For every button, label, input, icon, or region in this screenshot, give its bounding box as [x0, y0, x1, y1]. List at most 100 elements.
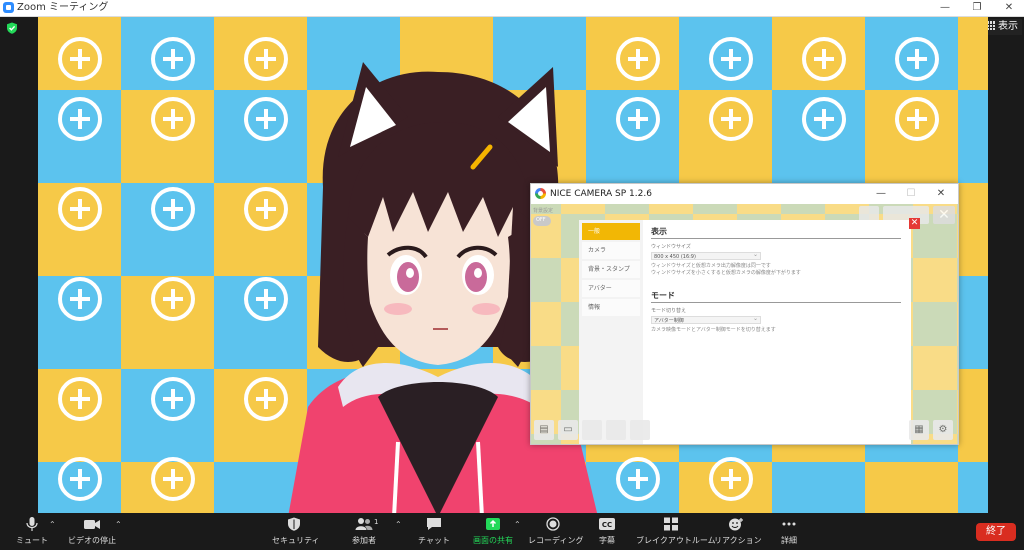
reactions-label: リアクション	[714, 536, 762, 545]
plus-circle-icon	[58, 377, 102, 421]
bg-toggle-label: OFF	[536, 217, 546, 223]
window-size-label: ウィンドウサイズ	[651, 244, 691, 250]
nice-camera-title: NICE CAMERA SP 1.2.6	[550, 189, 652, 199]
save-icon[interactable]: ▤	[534, 420, 554, 440]
window-size-note-1: ウィンドウサイズと仮想カメラ出力解像度は同一です	[651, 263, 771, 269]
participants-icon	[355, 518, 373, 530]
share-screen-label: 画面の共有	[473, 536, 513, 545]
bg-toggle[interactable]: OFF	[533, 216, 551, 226]
chat-button[interactable]: チャット	[418, 517, 450, 546]
settings-close-button[interactable]: ✕	[909, 218, 920, 229]
plus-circle-icon	[58, 457, 102, 501]
plus-circle-icon	[151, 187, 195, 231]
meeting-toolbar: ミュート ⌃ ビデオの停止 ⌃ セキュリティ 参加者 1 ⌃ チャット 画面の共…	[0, 514, 1024, 550]
stop-video-button[interactable]: ビデオの停止	[66, 517, 118, 546]
plus-circle-icon	[802, 97, 846, 141]
nice-camera-titlebar: NICE CAMERA SP 1.2.6 — ☐ ✕	[531, 184, 958, 204]
settings-panel: 表示 ウィンドウサイズ 800 x 450 (16:9) ウィンドウサイズと仮想…	[643, 220, 911, 444]
nice-camera-body: 背景設定 OFF ✕ 一般 カメラ 背景・スタンプ アバター 情報 表示 ウィン…	[531, 204, 958, 444]
window-size-select[interactable]: 800 x 450 (16:9)	[651, 251, 761, 260]
cc-icon: CC	[599, 518, 615, 530]
stop-video-label: ビデオの停止	[68, 536, 116, 545]
gear-icon[interactable]: ⚙	[933, 420, 953, 440]
nc-panel-close-button[interactable]: ✕	[933, 206, 955, 224]
mute-button[interactable]: ミュート	[14, 517, 50, 546]
end-meeting-button[interactable]: 終了	[976, 523, 1016, 541]
record-icon	[546, 517, 560, 531]
sidebar-item-avatar[interactable]: アバター	[582, 280, 640, 297]
shield-icon	[288, 517, 300, 531]
plus-circle-icon	[616, 37, 660, 81]
zoom-logo-icon	[3, 2, 14, 13]
smiley-icon	[729, 518, 743, 531]
more-dots-icon	[782, 522, 796, 526]
plus-circle-icon	[58, 277, 102, 321]
sidebar-item-camera[interactable]: カメラ	[582, 242, 640, 259]
plus-circle-icon	[151, 97, 195, 141]
breakout-rooms-button[interactable]: ブレイクアウトルーム	[636, 517, 716, 546]
tool-button[interactable]	[630, 420, 650, 440]
window-title: Zoom ミーティング	[17, 2, 109, 13]
video-camera-icon	[84, 520, 100, 529]
close-button[interactable]: ✕	[994, 0, 1024, 16]
record-button[interactable]: レコーディング	[528, 517, 584, 546]
plus-circle-icon	[616, 97, 660, 141]
share-screen-icon	[486, 518, 500, 530]
chat-bubble-icon	[427, 518, 441, 530]
participants-options-caret[interactable]: ⌃	[395, 520, 402, 529]
sidebar-item-background-stamp[interactable]: 背景・スタンプ	[582, 261, 640, 278]
share-options-caret[interactable]: ⌃	[514, 520, 521, 529]
display-heading: 表示	[651, 227, 667, 236]
breakout-rooms-icon	[664, 517, 678, 531]
maximize-button[interactable]: ❐	[962, 0, 992, 16]
plus-circle-icon	[58, 37, 102, 81]
security-label: セキュリティ	[272, 536, 320, 545]
tool-button[interactable]	[606, 420, 626, 440]
plus-circle-icon	[58, 97, 102, 141]
plus-circle-icon	[802, 37, 846, 81]
divider	[651, 238, 901, 239]
mode-switch-label: モード切り替え	[651, 308, 687, 314]
captions-label: 字幕	[599, 536, 615, 545]
nc-close-button[interactable]: ✕	[931, 186, 951, 202]
reactions-button[interactable]: リアクション	[714, 517, 762, 546]
captions-button[interactable]: CC 字幕	[594, 517, 620, 546]
plus-circle-icon	[709, 97, 753, 141]
plus-circle-icon	[151, 277, 195, 321]
nc-minimize-button[interactable]: —	[871, 186, 891, 202]
minimize-button[interactable]: —	[930, 0, 960, 16]
nc-maximize-button[interactable]: ☐	[901, 186, 921, 202]
plus-circle-icon	[895, 37, 939, 81]
mute-label: ミュート	[16, 536, 48, 545]
mute-options-caret[interactable]: ⌃	[49, 520, 56, 529]
meeting-stage: 表示 NICE CAMERA SP 1.2.6 — ☐ ✕ 背景設定 OFF ✕…	[0, 17, 1024, 513]
mode-heading: モード	[651, 291, 675, 300]
plus-circle-icon	[58, 187, 102, 231]
security-shield-icon[interactable]	[6, 22, 18, 34]
more-button[interactable]: 詳細	[776, 517, 802, 546]
sidebar-item-info[interactable]: 情報	[582, 299, 640, 316]
mode-select[interactable]: アバター制御	[651, 315, 761, 324]
microphone-icon	[26, 517, 38, 531]
video-options-caret[interactable]: ⌃	[115, 520, 122, 529]
plus-circle-icon	[616, 457, 660, 501]
window-size-note-2: ウィンドウサイズを小さくすると仮想カメラの解像度が下がります	[651, 270, 801, 276]
share-screen-button[interactable]: 画面の共有	[470, 517, 516, 546]
clapper-icon[interactable]: ▦	[909, 420, 929, 440]
plus-circle-icon	[151, 457, 195, 501]
plus-circle-icon	[895, 97, 939, 141]
participants-label: 参加者	[352, 536, 376, 545]
plus-circle-icon	[709, 37, 753, 81]
nice-camera-window: NICE CAMERA SP 1.2.6 — ☐ ✕ 背景設定 OFF ✕ 一般…	[530, 183, 959, 445]
participants-count: 1	[374, 518, 379, 526]
tool-button[interactable]	[582, 420, 602, 440]
film-icon[interactable]: ▭	[558, 420, 578, 440]
view-button[interactable]: 表示	[982, 19, 1022, 35]
settings-sidebar: 一般 カメラ 背景・スタンプ アバター 情報	[579, 220, 643, 444]
security-button[interactable]: セキュリティ	[272, 517, 320, 546]
view-label: 表示	[998, 21, 1018, 32]
record-label: レコーディング	[528, 536, 584, 545]
more-label: 詳細	[781, 536, 797, 545]
close-x-icon: ✕	[938, 207, 950, 223]
sidebar-item-general[interactable]: 一般	[582, 223, 640, 240]
